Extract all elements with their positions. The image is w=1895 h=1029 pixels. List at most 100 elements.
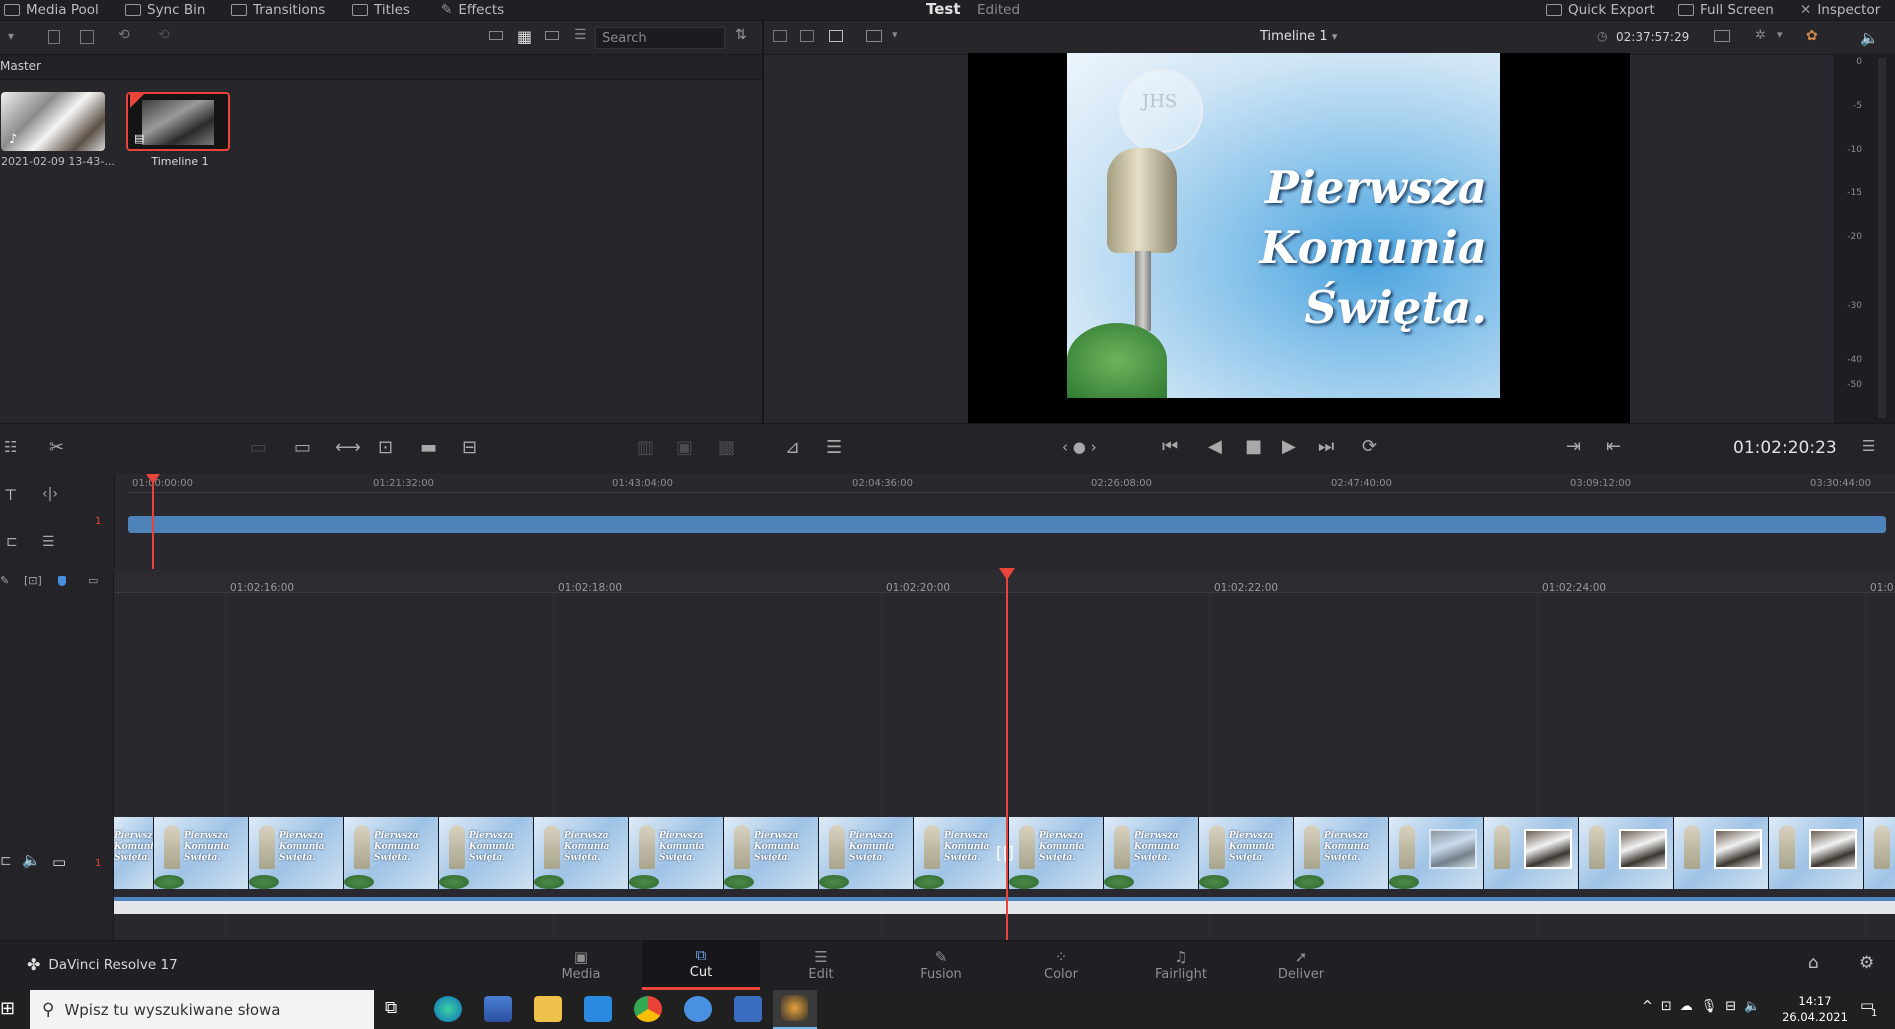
inspector-button[interactable]: ✕ Inspector xyxy=(1800,0,1880,20)
audio-level-icon[interactable]: ⊏ xyxy=(6,534,18,550)
zoom-icon[interactable]: ✲ xyxy=(1755,28,1766,43)
timeline-playhead[interactable] xyxy=(1006,572,1008,940)
loop-icon[interactable]: ⟳ xyxy=(1362,436,1377,457)
tab-edit[interactable]: ☰ Edit xyxy=(762,940,880,990)
tab-media[interactable]: ▣ Media xyxy=(522,940,640,990)
chevron-down-icon[interactable]: ▾ xyxy=(892,28,898,41)
chevron-down-icon[interactable]: ▾ xyxy=(1777,28,1783,41)
viewer-mode-icon[interactable] xyxy=(1714,30,1730,42)
go-to-end-icon[interactable]: ⏭ xyxy=(1318,436,1334,457)
marker-icon[interactable] xyxy=(58,576,66,586)
tools-icon[interactable]: ☰ xyxy=(826,437,842,458)
quick-export-button[interactable]: Quick Export xyxy=(1546,0,1655,20)
media-search-input[interactable]: Search xyxy=(595,27,725,49)
mark-out-icon[interactable]: ⇤ xyxy=(1606,436,1621,457)
settings-gear-icon[interactable]: ⚙ xyxy=(1859,953,1874,973)
snap-icon[interactable]: ‹|› xyxy=(42,486,58,502)
play-icon[interactable]: ▶ xyxy=(1282,436,1296,457)
audio-track-icon[interactable]: 🔈 xyxy=(22,851,41,869)
home-icon[interactable]: ⌂ xyxy=(1808,953,1819,973)
boring-detector-icon[interactable]: ⊿ xyxy=(785,437,800,458)
track-height-icon[interactable]: ☰ xyxy=(42,534,55,550)
task-view-icon[interactable]: ⧉ xyxy=(385,998,397,1018)
source-overwrite-icon[interactable]: ⊟ xyxy=(462,437,477,458)
chevron-down-icon: ▾ xyxy=(1331,30,1338,43)
bin-list-toggle-icon[interactable]: ▾ xyxy=(8,29,14,43)
video-track-icon[interactable]: ▭ xyxy=(52,853,66,871)
meter-label: -30 xyxy=(1847,301,1862,311)
place-on-top-icon[interactable]: ▬ xyxy=(420,437,437,458)
clip-name: Timeline 1 xyxy=(151,155,209,168)
timeline-overview-clip[interactable] xyxy=(128,516,1886,533)
source-clip-icon[interactable] xyxy=(800,30,814,42)
overview-playhead-head[interactable] xyxy=(146,474,160,484)
lock-icon[interactable]: ⊏ xyxy=(0,853,12,869)
full-screen-icon xyxy=(1678,4,1694,16)
edge-icon[interactable] xyxy=(434,996,462,1022)
volume-icon[interactable]: 🔈 xyxy=(1860,29,1879,47)
source-tape-icon[interactable] xyxy=(773,30,787,42)
timeline-view-icon[interactable] xyxy=(829,30,843,42)
list-view-icon[interactable]: ☰ xyxy=(574,27,587,43)
chrome-icon[interactable] xyxy=(634,996,662,1022)
davinci-taskbar-button[interactable] xyxy=(773,990,817,1029)
options-menu-icon[interactable]: ☰ xyxy=(1862,437,1875,455)
strip-view-icon[interactable] xyxy=(489,31,503,40)
windows-start-icon[interactable]: ⊞ xyxy=(0,998,15,1019)
pencil-icon[interactable]: ✎ xyxy=(0,574,9,587)
effects-toggle[interactable]: ✎ Effects xyxy=(441,0,504,20)
mark-in-icon[interactable]: ⇥ xyxy=(1566,436,1581,457)
film-frame xyxy=(1579,817,1674,889)
export-icon xyxy=(1546,4,1562,16)
audio-clip-waveform[interactable] xyxy=(114,897,1895,914)
clip-item[interactable]: ♪ 2021-02-09 13-43-... xyxy=(1,92,115,168)
relink-icon[interactable]: ⟲ xyxy=(118,27,130,43)
ripple-overwrite-icon[interactable]: ⟷ xyxy=(335,437,361,458)
color-scope-icon[interactable]: ✿ xyxy=(1806,28,1818,44)
append-icon[interactable]: ▭ xyxy=(294,437,311,458)
chat-icon[interactable] xyxy=(684,996,712,1022)
trim-icon[interactable]: [⊡] xyxy=(24,574,42,587)
timeline-playhead-head[interactable] xyxy=(999,568,1015,580)
system-tray-icons[interactable]: ^⊡☁🎙⊟🔈 xyxy=(1642,999,1768,1014)
ruler-label: 02:26:08:00 xyxy=(1091,478,1153,489)
flag-icon[interactable]: ▭ xyxy=(88,574,98,587)
calculator-icon[interactable] xyxy=(734,996,762,1022)
store-icon[interactable] xyxy=(484,996,512,1022)
import-media-icon[interactable] xyxy=(80,30,94,44)
video-text-line: Komunia xyxy=(1259,221,1487,274)
tab-fairlight[interactable]: ♫ Fairlight xyxy=(1122,940,1240,990)
metadata-view-icon[interactable] xyxy=(545,31,559,40)
close-up-icon[interactable]: ⊡ xyxy=(378,437,393,458)
effects-label: Effects xyxy=(458,2,505,18)
sort-icon[interactable]: ⇅ xyxy=(735,27,747,43)
thumbnail-view-icon[interactable]: ▦ xyxy=(517,27,532,46)
chalice-stem xyxy=(1135,251,1151,331)
file-explorer-icon[interactable] xyxy=(534,996,562,1022)
play-reverse-icon[interactable]: ◀ xyxy=(1208,436,1222,457)
clip-item-timeline[interactable]: ▤ Timeline 1 xyxy=(126,92,234,168)
media-pool-toggle[interactable]: Media Pool xyxy=(4,0,99,20)
titles-toggle[interactable]: Titles xyxy=(352,0,410,20)
new-bin-icon[interactable] xyxy=(48,30,60,44)
tab-fusion[interactable]: ✎ Fusion xyxy=(882,940,1000,990)
timeline-tool-icon[interactable]: ⊤ xyxy=(4,486,17,504)
taskbar-search[interactable]: ⚲ Wpisz tu wyszukiwane słowa xyxy=(30,990,374,1029)
tab-color[interactable]: ⁘ Color xyxy=(1002,940,1120,990)
tab-deliver[interactable]: ➚ Deliver xyxy=(1242,940,1360,990)
tab-cut[interactable]: ⧉ Cut xyxy=(642,940,760,990)
prev-marker-icon[interactable]: ‹ ● › xyxy=(1062,438,1097,456)
stop-icon[interactable]: ■ xyxy=(1245,436,1262,457)
meter-label: -20 xyxy=(1847,232,1862,242)
taskbar-clock[interactable]: 14:17 26.04.2021 xyxy=(1780,993,1850,1025)
full-screen-button[interactable]: Full Screen xyxy=(1678,0,1774,20)
mail-icon[interactable] xyxy=(584,996,612,1022)
razor-menu-icon[interactable]: ☷ xyxy=(4,438,17,456)
safe-area-icon[interactable] xyxy=(866,30,882,42)
go-to-start-icon[interactable]: ⏮ xyxy=(1162,436,1178,457)
scissors-icon[interactable]: ✂ xyxy=(49,437,64,458)
transitions-toggle[interactable]: Transitions xyxy=(231,0,325,20)
overview-playhead[interactable] xyxy=(152,478,154,569)
timeline-selector[interactable]: Timeline 1 ▾ xyxy=(1260,29,1337,44)
sync-bin-toggle[interactable]: Sync Bin xyxy=(125,0,205,20)
